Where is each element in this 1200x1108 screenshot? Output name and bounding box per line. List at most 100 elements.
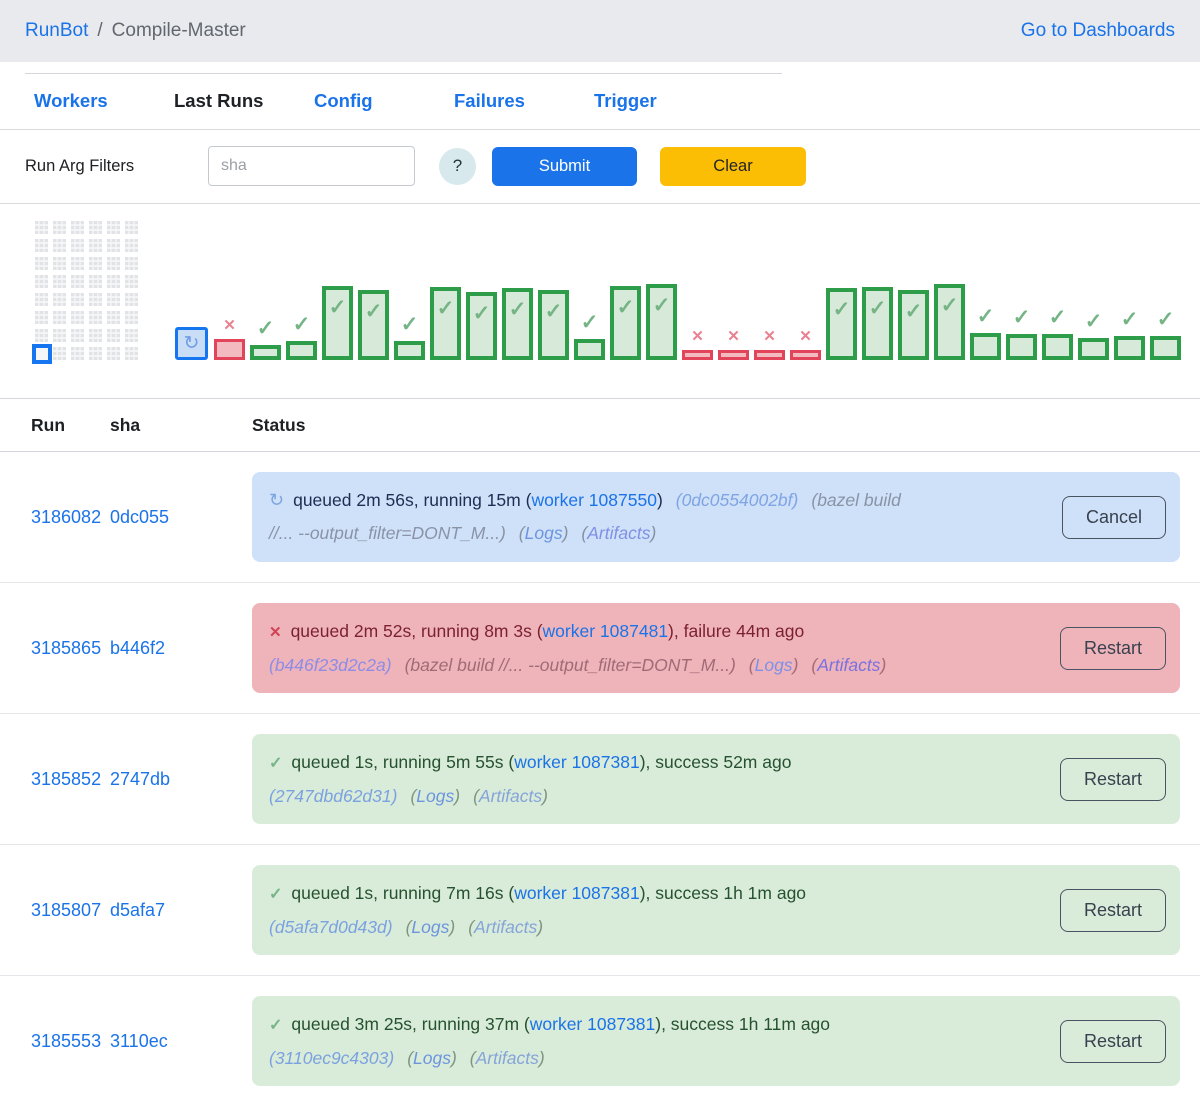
run-bar-failure[interactable]: ✕ — [682, 350, 713, 360]
restart-button[interactable]: Restart — [1060, 627, 1166, 670]
minimap-cell[interactable] — [107, 275, 120, 288]
run-bar-success[interactable]: ✓ — [646, 284, 677, 360]
minimap-cell[interactable] — [53, 239, 66, 252]
sha-link[interactable]: d5afa7 — [110, 900, 165, 920]
minimap-cell[interactable] — [53, 293, 66, 306]
refresh-runs-button[interactable]: ↻ — [175, 327, 208, 360]
minimap-cell[interactable] — [107, 239, 120, 252]
minimap-cell[interactable] — [107, 257, 120, 270]
minimap-cell[interactable] — [89, 329, 102, 342]
logs-link[interactable]: Logs — [525, 523, 563, 543]
minimap-cell[interactable] — [89, 257, 102, 270]
clear-button[interactable]: Clear — [660, 147, 806, 186]
run-bar-success[interactable]: ✓ — [1114, 336, 1145, 360]
run-bar-failure[interactable]: ✕ — [214, 339, 245, 360]
run-bar-success[interactable]: ✓ — [826, 288, 857, 360]
run-link[interactable]: 3185807 — [31, 900, 101, 920]
artifacts-link[interactable]: Artifacts — [587, 523, 650, 543]
minimap-cell[interactable] — [35, 293, 48, 306]
artifacts-link[interactable]: Artifacts — [476, 1048, 539, 1068]
hash-link[interactable]: (0dc0554002bf) — [676, 490, 799, 510]
run-bar-success[interactable]: ✓ — [610, 286, 641, 360]
logs-link[interactable]: Logs — [755, 655, 793, 675]
minimap-cell[interactable] — [89, 221, 102, 234]
run-bar-success[interactable]: ✓ — [430, 287, 461, 360]
run-bar-success[interactable]: ✓ — [1078, 338, 1109, 360]
hash-link[interactable]: (3110ec9c4303) — [269, 1048, 394, 1068]
runbot-link[interactable]: RunBot — [25, 20, 88, 42]
run-bar-success[interactable]: ✓ — [862, 287, 893, 360]
run-bar-success[interactable]: ✓ — [286, 341, 317, 360]
worker-link[interactable]: worker 1087381 — [530, 1014, 656, 1034]
tab-workers[interactable]: Workers — [34, 90, 174, 112]
run-bar-success[interactable]: ✓ — [250, 345, 281, 360]
minimap-cell[interactable] — [125, 293, 138, 306]
artifacts-link[interactable]: Artifacts — [817, 655, 880, 675]
minimap-cell[interactable] — [107, 311, 120, 324]
run-bar-success[interactable]: ✓ — [970, 333, 1001, 360]
minimap-cell[interactable] — [35, 311, 48, 324]
sha-link[interactable]: 0dc055 — [110, 507, 169, 527]
minimap-cell[interactable] — [71, 293, 84, 306]
run-bar-success[interactable]: ✓ — [1042, 334, 1073, 360]
run-bar-success[interactable]: ✓ — [1150, 336, 1181, 360]
minimap-cell[interactable] — [89, 239, 102, 252]
cancel-button[interactable]: Cancel — [1062, 496, 1166, 539]
run-bar-success[interactable]: ✓ — [574, 339, 605, 360]
minimap-cell[interactable] — [125, 221, 138, 234]
minimap-cell[interactable] — [71, 311, 84, 324]
run-link[interactable]: 3185865 — [31, 638, 101, 658]
restart-button[interactable]: Restart — [1060, 1020, 1166, 1063]
minimap-cell[interactable] — [35, 329, 48, 342]
worker-link[interactable]: worker 1087550 — [531, 490, 657, 510]
run-link[interactable]: 3186082 — [31, 507, 101, 527]
minimap-cell[interactable] — [107, 221, 120, 234]
minimap-cell[interactable] — [125, 239, 138, 252]
logs-link[interactable]: Logs — [416, 786, 454, 806]
run-bar-success[interactable]: ✓ — [394, 341, 425, 360]
hash-link[interactable]: (d5afa7d0d43d) — [269, 917, 393, 937]
sha-link[interactable]: b446f2 — [110, 638, 165, 658]
sha-link[interactable]: 3110ec — [110, 1031, 168, 1051]
hash-link[interactable]: (2747dbd62d31) — [269, 786, 397, 806]
tab-trigger[interactable]: Trigger — [594, 90, 734, 112]
sha-link[interactable]: 2747db — [110, 769, 170, 789]
minimap-cell-active[interactable] — [32, 344, 52, 364]
minimap-cell[interactable] — [125, 347, 138, 360]
minimap-cell[interactable] — [89, 293, 102, 306]
minimap-cell[interactable] — [125, 275, 138, 288]
run-bar-failure[interactable]: ✕ — [718, 350, 749, 360]
minimap-cell[interactable] — [89, 347, 102, 360]
worker-link[interactable]: worker 1087381 — [514, 752, 640, 772]
minimap-cell[interactable] — [53, 311, 66, 324]
minimap-cell[interactable] — [35, 275, 48, 288]
minimap-cell[interactable] — [71, 239, 84, 252]
submit-button[interactable]: Submit — [492, 147, 637, 186]
run-bar-failure[interactable]: ✕ — [790, 350, 821, 360]
hash-link[interactable]: (b446f23d2c2a) — [269, 655, 392, 675]
minimap-cell[interactable] — [89, 275, 102, 288]
run-bar-success[interactable]: ✓ — [466, 292, 497, 360]
artifacts-link[interactable]: Artifacts — [479, 786, 542, 806]
minimap-cell[interactable] — [107, 329, 120, 342]
tab-last-runs[interactable]: Last Runs — [174, 90, 314, 112]
minimap-cell[interactable] — [53, 347, 66, 360]
minimap-cell[interactable] — [71, 257, 84, 270]
tab-failures[interactable]: Failures — [454, 90, 594, 112]
tab-config[interactable]: Config — [314, 90, 454, 112]
minimap-cell[interactable] — [53, 257, 66, 270]
minimap-cell[interactable] — [71, 275, 84, 288]
run-link[interactable]: 3185553 — [31, 1031, 101, 1051]
minimap-cell[interactable] — [35, 221, 48, 234]
minimap-cell[interactable] — [35, 239, 48, 252]
worker-link[interactable]: worker 1087381 — [514, 883, 640, 903]
run-bar-failure[interactable]: ✕ — [754, 350, 785, 360]
logs-link[interactable]: Logs — [413, 1048, 451, 1068]
minimap-cell[interactable] — [53, 329, 66, 342]
minimap-cell[interactable] — [53, 275, 66, 288]
minimap-cell[interactable] — [71, 329, 84, 342]
minimap-cell[interactable] — [107, 293, 120, 306]
minimap-cell[interactable] — [71, 347, 84, 360]
go-to-dashboards-link[interactable]: Go to Dashboards — [1021, 20, 1175, 42]
minimap-cell[interactable] — [35, 257, 48, 270]
